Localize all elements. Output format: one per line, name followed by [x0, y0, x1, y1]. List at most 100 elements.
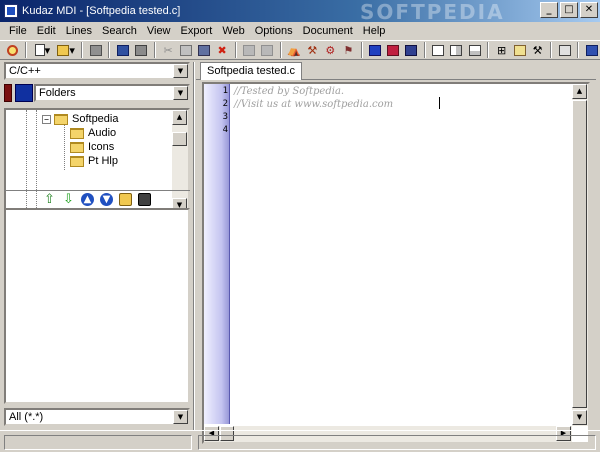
line-number: 3	[222, 112, 228, 122]
text-caret	[439, 97, 440, 109]
print-icon[interactable]	[133, 41, 150, 59]
layout-doc-icon[interactable]	[466, 41, 483, 59]
tree-item-label: Pt Hlp	[88, 155, 118, 167]
window-title: Kudaz MDI - [Softpedia tested.c]	[22, 5, 181, 17]
toolbar-separator	[423, 42, 426, 58]
toolbar-separator	[108, 42, 111, 58]
tree-item-label: Audio	[88, 127, 117, 139]
table-icon[interactable]: ⊞	[493, 41, 510, 59]
color-scheme-blue-icon[interactable]	[367, 41, 384, 59]
arrow-down-icon[interactable]: ▼	[100, 193, 113, 206]
code-line: //Tested by Softpedia.	[234, 86, 345, 97]
toolbar-separator	[81, 42, 84, 58]
print-preview-icon[interactable]	[114, 41, 131, 59]
menu-file[interactable]: File	[4, 23, 32, 39]
tab-strip: Softpedia tested.c	[196, 62, 596, 80]
undo-icon[interactable]	[241, 41, 258, 59]
menu-options[interactable]: Options	[250, 23, 298, 39]
status-pane	[4, 435, 192, 450]
scroll-thumb[interactable]	[572, 100, 587, 408]
language-select[interactable]: C/C++ ▼	[4, 62, 190, 80]
browse-mode-icon[interactable]	[15, 84, 33, 102]
find-next-icon[interactable]: ⚒	[304, 41, 321, 59]
line-number-gutter: 1 2 3 4	[204, 84, 230, 424]
menu-help[interactable]: Help	[358, 23, 391, 39]
toolbar-separator	[487, 42, 490, 58]
file-list[interactable]	[4, 208, 190, 404]
color-scheme-red-icon[interactable]	[385, 41, 402, 59]
tree-item-label: Icons	[88, 141, 115, 153]
menu-search[interactable]: Search	[97, 23, 142, 39]
tree-item-softpedia[interactable]: − Softpedia	[42, 112, 118, 126]
find-magnifier-icon[interactable]	[4, 41, 21, 59]
tab-softpedia-tested-c[interactable]: Softpedia tested.c	[200, 62, 303, 80]
menu-lines[interactable]: Lines	[61, 23, 97, 39]
menu-edit[interactable]: Edit	[32, 23, 61, 39]
arrow-up-icon[interactable]: ▲	[81, 193, 94, 206]
code-line: //Visit us at www.softpedia.com	[234, 99, 394, 110]
line-number: 4	[222, 125, 228, 135]
line-number: 2	[222, 99, 228, 109]
chevron-down-icon[interactable]: ▼	[173, 64, 188, 78]
delete-icon[interactable]: ✖	[214, 41, 231, 59]
tree-item-audio[interactable]: Audio	[70, 126, 116, 140]
new-document-icon[interactable]: ▾	[31, 41, 54, 59]
toolbar-separator	[279, 42, 282, 58]
open-folder-icon[interactable]	[119, 193, 132, 206]
close-button[interactable]: ✕	[580, 2, 598, 18]
folder-icon	[70, 141, 84, 153]
copy-icon[interactable]	[178, 41, 195, 59]
cut-icon[interactable]: ✂	[160, 41, 177, 59]
scroll-down-icon[interactable]: ▼	[572, 410, 587, 425]
tree-item-icons[interactable]: Icons	[70, 140, 114, 154]
save-icon[interactable]	[138, 193, 151, 206]
toolbar-separator	[25, 42, 28, 58]
line-number: 1	[222, 86, 228, 96]
editor-vertical-scrollbar[interactable]: ▲ ▼	[572, 84, 588, 426]
scroll-up-icon[interactable]: ▲	[572, 84, 587, 99]
menu-view[interactable]: View	[142, 23, 176, 39]
color-scheme-navy-icon[interactable]	[403, 41, 420, 59]
menu-document[interactable]: Document	[298, 23, 358, 39]
chevron-down-icon[interactable]: ▼	[173, 410, 188, 424]
chevron-down-icon[interactable]: ▼	[173, 86, 188, 100]
save-icon[interactable]	[87, 41, 104, 59]
maximize-button[interactable]: □	[560, 2, 578, 18]
goto-icon[interactable]: ⚑	[340, 41, 357, 59]
app-icon[interactable]	[4, 4, 18, 18]
scroll-up-icon[interactable]: ▲	[172, 110, 187, 125]
redo-icon[interactable]	[259, 41, 276, 59]
code-editor[interactable]: 1 2 3 4 //Tested by Softpedia. //Visit u…	[202, 82, 590, 444]
exit-icon[interactable]	[583, 41, 600, 59]
settings-icon[interactable]	[556, 41, 573, 59]
status-pane	[198, 435, 596, 450]
view-mode-select[interactable]: Folders ▼	[34, 84, 190, 102]
find-icon[interactable]: ⛺	[286, 41, 303, 59]
layout-split-icon[interactable]	[448, 41, 465, 59]
file-filter-select[interactable]: All (*.*) ▼	[4, 408, 190, 426]
open-folder-icon[interactable]: ▾	[55, 41, 78, 59]
menu-web[interactable]: Web	[217, 23, 249, 39]
folder-icon	[54, 113, 68, 125]
clipboard-icon[interactable]	[511, 41, 528, 59]
folder-icon	[70, 127, 84, 139]
folder-icon	[70, 155, 84, 167]
toolbar-separator	[577, 42, 580, 58]
menu-export[interactable]: Export	[176, 23, 218, 39]
replace-icon[interactable]: ⚙	[322, 41, 339, 59]
folder-down-icon[interactable]: ⇩	[62, 193, 75, 206]
toolbar-separator	[550, 42, 553, 58]
pane-splitter[interactable]	[193, 62, 195, 430]
paste-icon[interactable]	[196, 41, 213, 59]
main-toolbar: ▾ ▾ ✂ ✖ ⛺ ⚒ ⚙ ⚑ ⊞ ⚒	[0, 40, 600, 60]
collapse-icon[interactable]: −	[42, 114, 51, 124]
tree-item-pt-hlp[interactable]: Pt Hlp	[70, 154, 118, 168]
watermark: SOFTPEDIA	[360, 0, 505, 24]
minimize-button[interactable]: _	[540, 2, 558, 18]
tools-icon[interactable]: ⚒	[529, 41, 546, 59]
left-pane: C/C++ ▼ Folders ▼ − Softpedia Audio Icon…	[4, 62, 192, 446]
folder-up-icon[interactable]: ⇧	[43, 193, 56, 206]
layout-single-icon[interactable]	[430, 41, 447, 59]
scroll-thumb[interactable]	[172, 132, 187, 146]
bookmark-icon[interactable]	[4, 84, 12, 102]
